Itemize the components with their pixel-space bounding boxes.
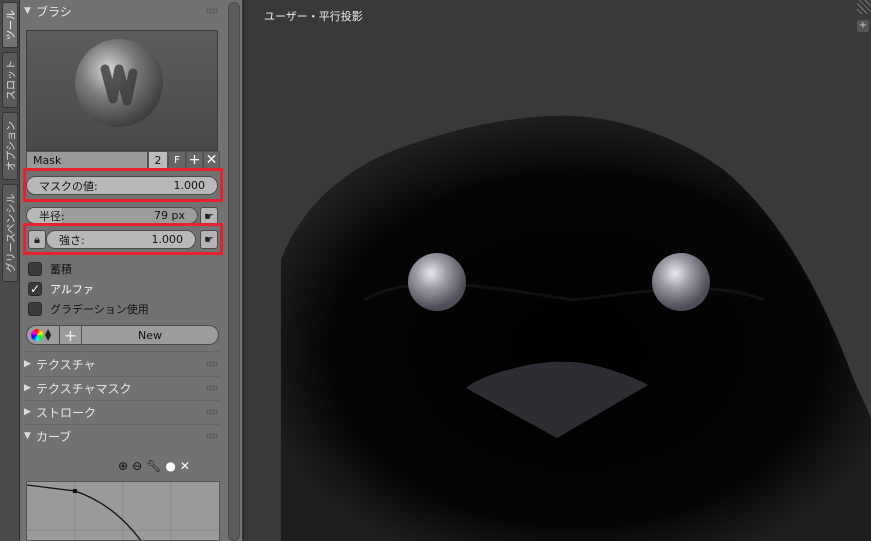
pen-pressure-icon: ☛ — [204, 210, 214, 223]
radius-label: 半径: — [39, 209, 65, 223]
panel-scrollbar[interactable] — [228, 2, 240, 541]
expand-triangle-icon: ▶ — [24, 383, 31, 393]
mask-value-slider[interactable]: マスクの値: 1.000 — [26, 176, 218, 195]
drag-grip-icon[interactable] — [206, 8, 218, 14]
new-button-label: New — [138, 328, 162, 342]
texture-mask-panel-header[interactable]: ▶ テクスチャマスク — [24, 377, 224, 399]
curve-panel-header[interactable]: ▼ カーブ — [24, 425, 224, 447]
tab-slots-label: スロット — [6, 60, 18, 100]
tab-grease-pencil[interactable]: グリースペンシル — [2, 184, 18, 282]
brush-preview[interactable] — [26, 30, 218, 151]
add-brush-button[interactable]: + — [186, 151, 203, 169]
brush-name-field[interactable]: Mask — [26, 151, 148, 169]
checkmark-icon: ✓ — [29, 282, 41, 296]
alpha-checkbox[interactable]: ✓ — [28, 282, 42, 296]
brush-panel-title: ブラシ — [36, 4, 72, 19]
divider — [24, 351, 220, 352]
falloff-curve-line — [27, 484, 142, 540]
expand-triangle-icon: ▶ — [24, 407, 31, 417]
plus-icon: + — [60, 325, 82, 345]
brush-panel-header[interactable]: ▼ ブラシ — [24, 0, 224, 22]
strength-pressure-button[interactable]: ☛ — [200, 230, 218, 249]
expand-triangle-icon: ▶ — [24, 359, 31, 369]
curve-toolbar: ⊕ ⊖ 🔧︎ ● ✕ — [118, 458, 218, 474]
penguin-left-eye — [408, 253, 466, 311]
curve-section-title: カーブ — [36, 429, 72, 444]
remove-brush-button[interactable]: ✕ — [203, 151, 220, 169]
zoom-out-icon[interactable]: ⊖ — [132, 459, 142, 473]
brush-stroke-icon — [100, 64, 138, 106]
texture-panel-header[interactable]: ▶ テクスチャ — [24, 353, 224, 375]
texture-mask-section-title: テクスチャマスク — [36, 381, 132, 396]
tab-tools[interactable]: ツール — [2, 2, 18, 48]
alpha-label: アルファ — [50, 283, 94, 296]
tab-tools-label: ツール — [6, 10, 18, 40]
collapse-triangle-icon: ▼ — [24, 431, 31, 441]
collapse-triangle-icon: ▼ — [24, 6, 31, 16]
penguin-body — [281, 115, 871, 541]
radius-slider[interactable]: 半径: 79 px — [26, 207, 198, 224]
area-split-corner-icon[interactable] — [857, 0, 871, 14]
strength-label: 強さ: — [59, 233, 85, 247]
drag-grip-icon[interactable] — [206, 409, 218, 415]
brush-sphere-thumbnail — [75, 39, 163, 127]
penguin-right-eye — [652, 253, 710, 311]
texture-section-title: テクスチャ — [36, 357, 96, 372]
tab-options-label: オプション — [6, 121, 18, 171]
tool-shelf-tabs: ツール スロット オプション グリースペンシル — [0, 0, 20, 541]
penguin-model — [281, 115, 871, 541]
tab-grease-pencil-label: グリースペンシル — [6, 193, 18, 273]
3d-viewport[interactable]: ユーザー・平行投影 + — [243, 0, 871, 541]
gradient-checkbox-row[interactable]: グラデーション使用 — [28, 300, 149, 318]
viewport-view-label: ユーザー・平行投影 — [264, 10, 363, 23]
use-gradient-checkbox[interactable] — [28, 302, 42, 316]
lock-icon: 🔒︎ — [34, 233, 40, 246]
tab-options[interactable]: オプション — [2, 112, 18, 180]
plus-icon[interactable]: + — [857, 20, 869, 32]
drag-grip-icon[interactable] — [206, 385, 218, 391]
dot-icon[interactable]: ● — [165, 459, 175, 473]
stroke-panel-header[interactable]: ▶ ストローク — [24, 401, 224, 423]
strength-value: 1.000 — [151, 233, 184, 246]
plus-icon: + — [188, 152, 201, 168]
accumulate-checkbox-row[interactable]: 蓄積 — [28, 260, 72, 278]
mask-value-label: マスクの値: — [39, 179, 98, 193]
curve-graph — [27, 482, 219, 540]
color-wheel-icon — [31, 329, 43, 341]
wrench-icon[interactable]: 🔧︎ — [146, 459, 161, 473]
strength-lock-button[interactable]: 🔒︎ — [28, 230, 46, 249]
brush-datablock-row: Mask 2 F + ✕ — [26, 151, 220, 169]
mask-value-number: 1.000 — [173, 179, 206, 192]
close-icon[interactable]: ✕ — [180, 459, 190, 473]
up-down-arrows-icon: ▲ ▼ — [45, 327, 52, 342]
color-texture-row: ▲ ▼ + New — [26, 325, 219, 345]
drag-grip-icon[interactable] — [206, 361, 218, 367]
accumulate-label: 蓄積 — [50, 263, 72, 276]
stroke-section-title: ストローク — [36, 405, 97, 420]
tab-slots[interactable]: スロット — [2, 52, 18, 108]
curve-control-point[interactable] — [73, 489, 77, 493]
color-palette-selector[interactable]: ▲ ▼ — [26, 325, 60, 345]
falloff-curve-editor[interactable] — [26, 481, 220, 541]
close-icon: ✕ — [205, 152, 218, 168]
fake-user-button[interactable]: F — [168, 151, 186, 169]
use-gradient-label: グラデーション使用 — [50, 303, 149, 316]
brush-users-count[interactable]: 2 — [148, 151, 168, 169]
new-palette-button[interactable]: + New — [60, 325, 219, 345]
zoom-in-icon[interactable]: ⊕ — [118, 459, 128, 473]
accumulate-checkbox[interactable] — [28, 262, 42, 276]
pen-pressure-icon: ☛ — [204, 233, 214, 246]
alpha-checkbox-row[interactable]: ✓ アルファ — [28, 280, 94, 298]
drag-grip-icon[interactable] — [206, 433, 218, 439]
radius-value: 79 px — [154, 209, 185, 222]
strength-slider[interactable]: 強さ: 1.000 — [46, 230, 196, 249]
tool-panel: ▼ ブラシ Mask 2 F + ✕ マスクの値: 1.000 半径: 79 p… — [20, 0, 242, 541]
